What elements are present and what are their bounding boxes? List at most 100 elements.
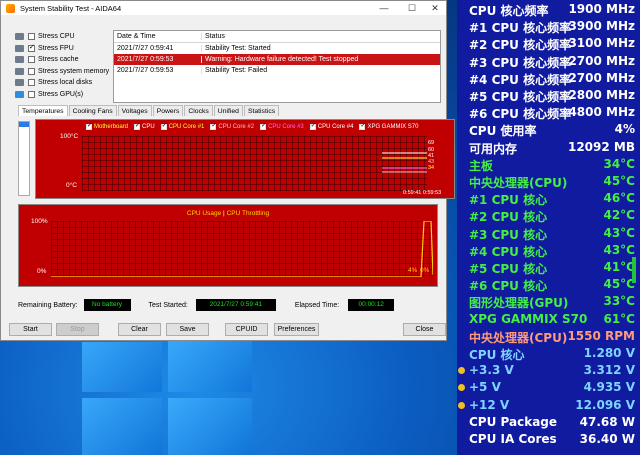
osd-sensor-label: #3 CPU 核心频率 (469, 55, 572, 70)
osd-sensor-value: 4800 MHz (568, 105, 635, 120)
log-header-time: Date & Time (114, 33, 202, 40)
usage-title: CPU Usage (186, 210, 222, 217)
temperature-lines (382, 152, 427, 173)
osd-sensor-value: 3100 MHz (568, 36, 635, 51)
tab-clocks[interactable]: Clocks (184, 105, 213, 116)
temp-end-label: 69 (428, 140, 435, 146)
osd-sensor-row: #2 CPU 核心频率 3100 MHz (457, 36, 640, 53)
stress-cache-label: Stress cache (38, 56, 79, 64)
title-bar[interactable]: System Stability Test - AIDA64 — ☐ ✕ (1, 1, 446, 15)
osd-sensor-label: #2 CPU 核心 (469, 210, 548, 225)
osd-sensor-row: #1 CPU 核心频率 3900 MHz (457, 19, 640, 36)
aida64-stability-window: System Stability Test - AIDA64 — ☐ ✕ Str… (0, 0, 455, 341)
close-button[interactable]: Close (403, 323, 446, 336)
stress-fpu-checkbox[interactable] (28, 43, 35, 52)
test-started-label: Test Started: (148, 301, 188, 309)
preferences-button[interactable]: Preferences (274, 323, 319, 336)
legend-checkbox[interactable] (134, 122, 140, 130)
save-button[interactable]: Save (166, 323, 209, 336)
osd-sensor-row: +3.3 V 3.312 V (457, 363, 640, 380)
legend-checkbox[interactable] (359, 122, 365, 130)
stress-memory-option[interactable]: Stress system memory (15, 66, 109, 78)
test-started-value: 2021/7/27 0:59:41 (195, 299, 276, 311)
cpu-icon (15, 33, 24, 41)
stress-cache-checkbox[interactable] (28, 56, 35, 64)
button-bar: Start Stop Clear Save CPUID Preferences … (7, 323, 446, 337)
legend-cpu-core-4[interactable]: CPU Core #4 (309, 122, 353, 130)
close-window-button[interactable]: ✕ (422, 1, 448, 15)
osd-sensor-row: #1 CPU 核心 46°C (457, 191, 640, 208)
legend-cpu-core-3[interactable]: CPU Core #3 (260, 122, 304, 130)
log-header-status: Status (205, 33, 225, 40)
osd-sensor-label: CPU IA Cores (469, 432, 557, 446)
legend-checkbox[interactable] (160, 122, 167, 130)
osd-sensor-value: 41°C (603, 260, 635, 274)
osd-sensor-row: 中央处理器(CPU) 45°C (457, 174, 640, 191)
legend-cpu[interactable]: CPU (134, 122, 155, 130)
temp-y-min: 0°C (66, 182, 77, 189)
osd-sensor-row: #5 CPU 核心频率 2800 MHz (457, 88, 640, 105)
osd-sensor-label: CPU Package (469, 414, 558, 429)
legend-motherboard[interactable]: Motherboard (86, 122, 128, 130)
osd-sensor-row: CPU 使用率 4% (457, 122, 640, 139)
battery-label: Remaining Battery: (18, 301, 78, 309)
osd-sensor-label: #3 CPU 核心 (469, 227, 548, 242)
clear-button[interactable]: Clear (118, 323, 161, 336)
log-status: Stability Test: Started (205, 45, 271, 52)
tab-statistics[interactable]: Statistics (243, 105, 280, 116)
stress-memory-label: Stress system memory (38, 67, 110, 75)
usage-y-max: 100% (31, 218, 48, 225)
legend-checkbox[interactable] (86, 122, 92, 130)
window-title: System Stability Test - AIDA64 (20, 3, 122, 13)
stress-disks-checkbox[interactable] (28, 79, 35, 87)
legend-cpu-core-2[interactable]: CPU Core #2 (210, 122, 254, 130)
graph-scroll-slider[interactable] (18, 121, 30, 196)
event-log-table[interactable]: Date & Time Status 2021/7/27 0:59:41 Sta… (113, 30, 441, 103)
log-row-error[interactable]: 2021/7/27 0:59:53 Warning: Hardware fail… (114, 54, 440, 65)
osd-sensor-row: #6 CPU 核心频率 4800 MHz (457, 105, 640, 122)
legend-label: CPU Core #1 (168, 124, 205, 130)
legend-cpu-core-1[interactable]: CPU Core #1 (160, 122, 205, 130)
osd-sensor-row: #4 CPU 核心频率 2700 MHz (457, 71, 640, 88)
tab-temperatures[interactable]: Temperatures (18, 105, 68, 116)
osd-sensor-label: XPG GAMMIX S70 (469, 311, 588, 326)
cpuid-button[interactable]: CPUID (225, 323, 268, 336)
stress-disks-option[interactable]: Stress local disks (15, 77, 109, 89)
stop-button[interactable]: Stop (56, 323, 99, 336)
stress-cache-option[interactable]: Stress cache (15, 54, 109, 66)
tab-unified[interactable]: Unified (213, 105, 243, 116)
osd-sensor-value: 33°C (603, 294, 635, 309)
osd-sensor-row: 主板 34°C (457, 157, 640, 174)
start-button[interactable]: Start (9, 323, 52, 336)
temperature-chart: Motherboard CPU CPU Core #1 CPU Core #2 … (35, 119, 455, 199)
slider-thumb[interactable] (19, 122, 29, 127)
stress-gpu-checkbox[interactable] (28, 90, 35, 98)
stress-disks-label: Stress local disks (38, 79, 93, 87)
stress-memory-checkbox[interactable] (28, 67, 35, 75)
legend-label: CPU (142, 124, 155, 130)
legend-checkbox[interactable] (260, 122, 266, 130)
stress-gpu-option[interactable]: Stress GPU(s) (15, 89, 109, 101)
log-row[interactable]: 2021/7/27 0:59:53 Stability Test: Failed (114, 65, 440, 76)
tab-voltages[interactable]: Voltages (117, 105, 152, 116)
osd-sensor-row: +5 V 4.935 V (457, 380, 640, 397)
osd-sensor-label: #6 CPU 核心频率 (469, 107, 572, 122)
legend-label: CPU Core #3 (268, 124, 304, 130)
cpu-usage-chart: CPU Usage | CPU Throttling 100% 0% 4% 0% (18, 204, 438, 287)
legend-xpg-ssd[interactable]: XPG GAMMIX S70 (359, 122, 418, 130)
stress-cpu-checkbox[interactable] (28, 33, 35, 41)
osd-sensor-label: #6 CPU 核心 (469, 279, 548, 294)
minimize-button[interactable]: — (371, 1, 397, 15)
legend-checkbox[interactable] (210, 122, 216, 130)
stress-cpu-option[interactable]: Stress CPU (15, 31, 109, 43)
osd-sensor-row: CPU Package 47.68 W (457, 415, 640, 432)
log-row[interactable]: 2021/7/27 0:59:41 Stability Test: Starte… (114, 43, 440, 54)
osd-scroll-indicator[interactable] (632, 257, 636, 283)
stress-fpu-option[interactable]: Stress FPU (15, 43, 109, 55)
tab-cooling-fans[interactable]: Cooling Fans (68, 105, 117, 116)
cache-icon (15, 56, 24, 64)
osd-sensor-value: 36.40 W (579, 432, 635, 446)
legend-checkbox[interactable] (309, 122, 316, 130)
osd-sensor-value: 42°C (603, 208, 635, 223)
tab-powers[interactable]: Powers (152, 105, 184, 116)
